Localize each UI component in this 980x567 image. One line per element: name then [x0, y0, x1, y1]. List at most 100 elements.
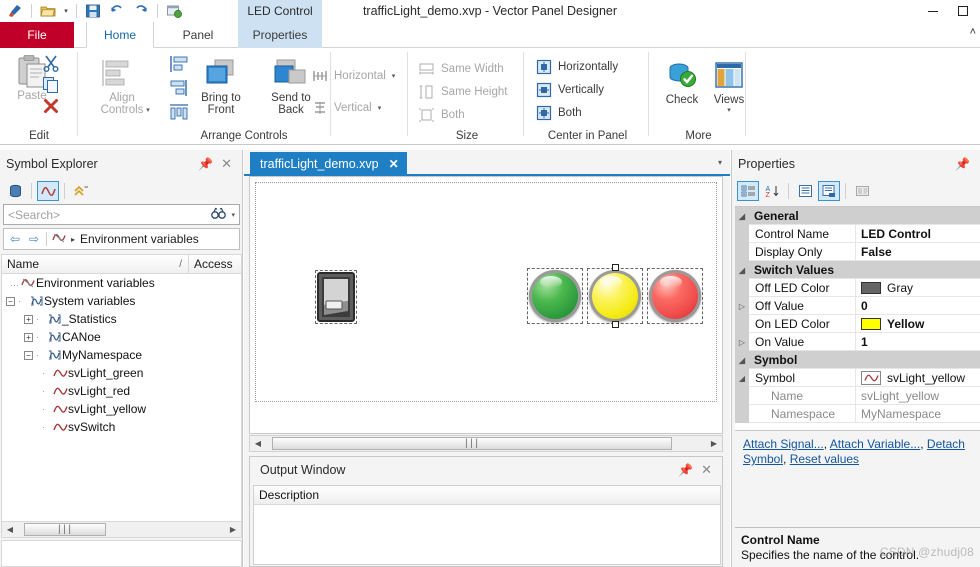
property-row[interactable]: Display Only False	[735, 243, 980, 261]
categorized-view-icon[interactable]	[737, 181, 759, 201]
search-input[interactable]: <Search> ▾	[3, 204, 240, 225]
same-height-button[interactable]: Same Height	[418, 81, 507, 103]
document-tab[interactable]: trafficLight_demo.xvp ✕	[250, 152, 407, 175]
tab-home[interactable]: Home	[86, 22, 154, 48]
row-expander[interactable]: ◢	[735, 369, 749, 387]
property-row[interactable]: ▷ On Value 1	[735, 333, 980, 351]
property-value[interactable]: 0	[856, 297, 980, 315]
pin-icon[interactable]: 📌	[198, 157, 213, 171]
output-column-header[interactable]: Description	[254, 486, 720, 505]
property-value-cell[interactable]: Gray	[856, 279, 980, 297]
nav-back-button[interactable]: ⇦	[8, 232, 22, 246]
resize-handle-top[interactable]	[612, 264, 619, 271]
property-value-cell[interactable]: svLight_yellow	[856, 369, 980, 387]
property-events-icon[interactable]	[818, 181, 840, 201]
property-extra-icon[interactable]	[851, 181, 873, 201]
property-row[interactable]: ▷ Off Value 0	[735, 297, 980, 315]
led-red[interactable]	[647, 268, 703, 324]
scroll-left-arrow-icon[interactable]: ◀	[250, 436, 266, 451]
resize-handle-bottom[interactable]	[612, 321, 619, 328]
scroll-right-arrow-icon[interactable]: ▶	[225, 522, 241, 537]
output-grid[interactable]: Description	[253, 485, 721, 565]
property-row[interactable]: On LED Color Yellow	[735, 315, 980, 333]
open-folder-icon[interactable]	[37, 1, 59, 21]
tree-column-name[interactable]: Name	[2, 257, 179, 271]
collapse-all-icon[interactable]	[70, 181, 92, 201]
expander-plus-icon[interactable]: +	[24, 332, 33, 342]
property-category[interactable]: ◢ Switch Values	[735, 261, 980, 279]
property-value[interactable]: LED Control	[856, 225, 980, 243]
led-green[interactable]	[527, 268, 583, 324]
undo-icon[interactable]	[106, 1, 128, 21]
scroll-thumb[interactable]: ⎮⎮⎮	[272, 437, 672, 450]
design-canvas[interactable]	[249, 176, 723, 434]
symbol-tree[interactable]: … Environment variables − · System varia…	[1, 274, 242, 532]
redo-icon[interactable]	[130, 1, 152, 21]
tree-item[interactable]: … Environment variables	[2, 274, 241, 292]
tree-item[interactable]: · svLight_yellow	[2, 400, 241, 418]
property-pages-icon[interactable]	[794, 181, 816, 201]
tree-column-access[interactable]: Access	[189, 257, 241, 271]
scroll-track[interactable]: ⎮⎮⎮	[266, 436, 706, 451]
tab-properties[interactable]: Properties	[238, 22, 322, 48]
spacing-vertical-button[interactable]: Vertical ▾	[312, 97, 381, 119]
expander-minus-icon[interactable]: −	[24, 350, 33, 360]
same-both-button[interactable]: Both	[418, 104, 465, 126]
expander-minus-icon[interactable]: −	[6, 296, 15, 306]
signal-wave-icon[interactable]	[37, 181, 59, 201]
tab-panel[interactable]: Panel	[166, 22, 230, 48]
scroll-thumb[interactable]: ⎮⎮⎮	[24, 523, 106, 536]
database-icon[interactable]	[4, 181, 26, 201]
expander-plus-icon[interactable]: +	[24, 314, 33, 324]
scroll-track[interactable]: ⎮⎮⎮	[18, 522, 225, 537]
open-dropdown-caret[interactable]: ▾	[61, 7, 71, 15]
switch-control[interactable]	[315, 270, 357, 324]
close-icon[interactable]: ✕	[389, 157, 399, 171]
category-expander[interactable]: ◢	[735, 261, 749, 279]
same-width-button[interactable]: Same Width	[418, 58, 504, 80]
attach-signal-link[interactable]: Attach Signal...	[743, 437, 824, 451]
tree-item[interactable]: − · System variables	[2, 292, 241, 310]
category-expander[interactable]: ◢	[735, 351, 749, 369]
canvas-hscrollbar[interactable]: ◀ ⎮⎮⎮ ▶	[249, 435, 723, 452]
brush-icon[interactable]	[4, 1, 26, 21]
attach-variable-link[interactable]: Attach Variable...	[830, 437, 921, 451]
publish-icon[interactable]	[163, 1, 185, 21]
binoculars-icon[interactable]	[211, 207, 227, 223]
tree-item[interactable]: · svLight_green	[2, 364, 241, 382]
property-category[interactable]: ◢ General	[735, 207, 980, 225]
panel-surface[interactable]	[255, 182, 717, 402]
tree-item[interactable]: + · CANoe	[2, 328, 241, 346]
breadcrumb-path[interactable]: Environment variables	[80, 232, 199, 246]
tab-file[interactable]: File	[0, 22, 74, 48]
reset-values-link[interactable]: Reset values	[790, 452, 859, 466]
center-both-button[interactable]: Both	[536, 102, 582, 124]
save-icon[interactable]	[82, 1, 104, 21]
symbol-tree-hscrollbar[interactable]: ◀ ⎮⎮⎮ ▶	[1, 521, 242, 538]
property-value[interactable]: False	[856, 243, 980, 261]
pin-icon[interactable]: 📌	[678, 463, 693, 477]
nav-forward-button[interactable]: ⇨	[27, 232, 41, 246]
maximize-button[interactable]	[948, 1, 978, 21]
center-vertically-button[interactable]: Vertically	[536, 79, 604, 101]
center-horizontally-button[interactable]: Horizontally	[536, 56, 618, 78]
property-row[interactable]: Off LED Color Gray	[735, 279, 980, 297]
cut-button[interactable]	[42, 54, 60, 75]
close-icon[interactable]: ✕	[701, 462, 712, 478]
row-expander[interactable]: ▷	[735, 333, 749, 351]
bring-to-front-button[interactable]: Bring to Front	[190, 56, 252, 116]
minimize-button[interactable]	[918, 1, 948, 21]
copy-button[interactable]	[42, 76, 60, 97]
spacing-horizontal-button[interactable]: Horizontal ▾	[312, 65, 395, 87]
alphabetic-sort-icon[interactable]: AZ	[761, 181, 783, 201]
scroll-left-arrow-icon[interactable]: ◀	[2, 522, 18, 537]
row-expander[interactable]: ▷	[735, 297, 749, 315]
tree-item[interactable]: · svLight_red	[2, 382, 241, 400]
align-controls-button[interactable]: Align Controls ▾	[88, 92, 156, 117]
pin-icon[interactable]: 📌	[955, 157, 970, 171]
ribbon-collapse-button[interactable]: ˄	[970, 26, 976, 38]
tree-item[interactable]: + · _Statistics	[2, 310, 241, 328]
property-value-cell[interactable]: Yellow	[856, 315, 980, 333]
category-expander[interactable]: ◢	[735, 207, 749, 225]
property-value[interactable]: 1	[856, 333, 980, 351]
